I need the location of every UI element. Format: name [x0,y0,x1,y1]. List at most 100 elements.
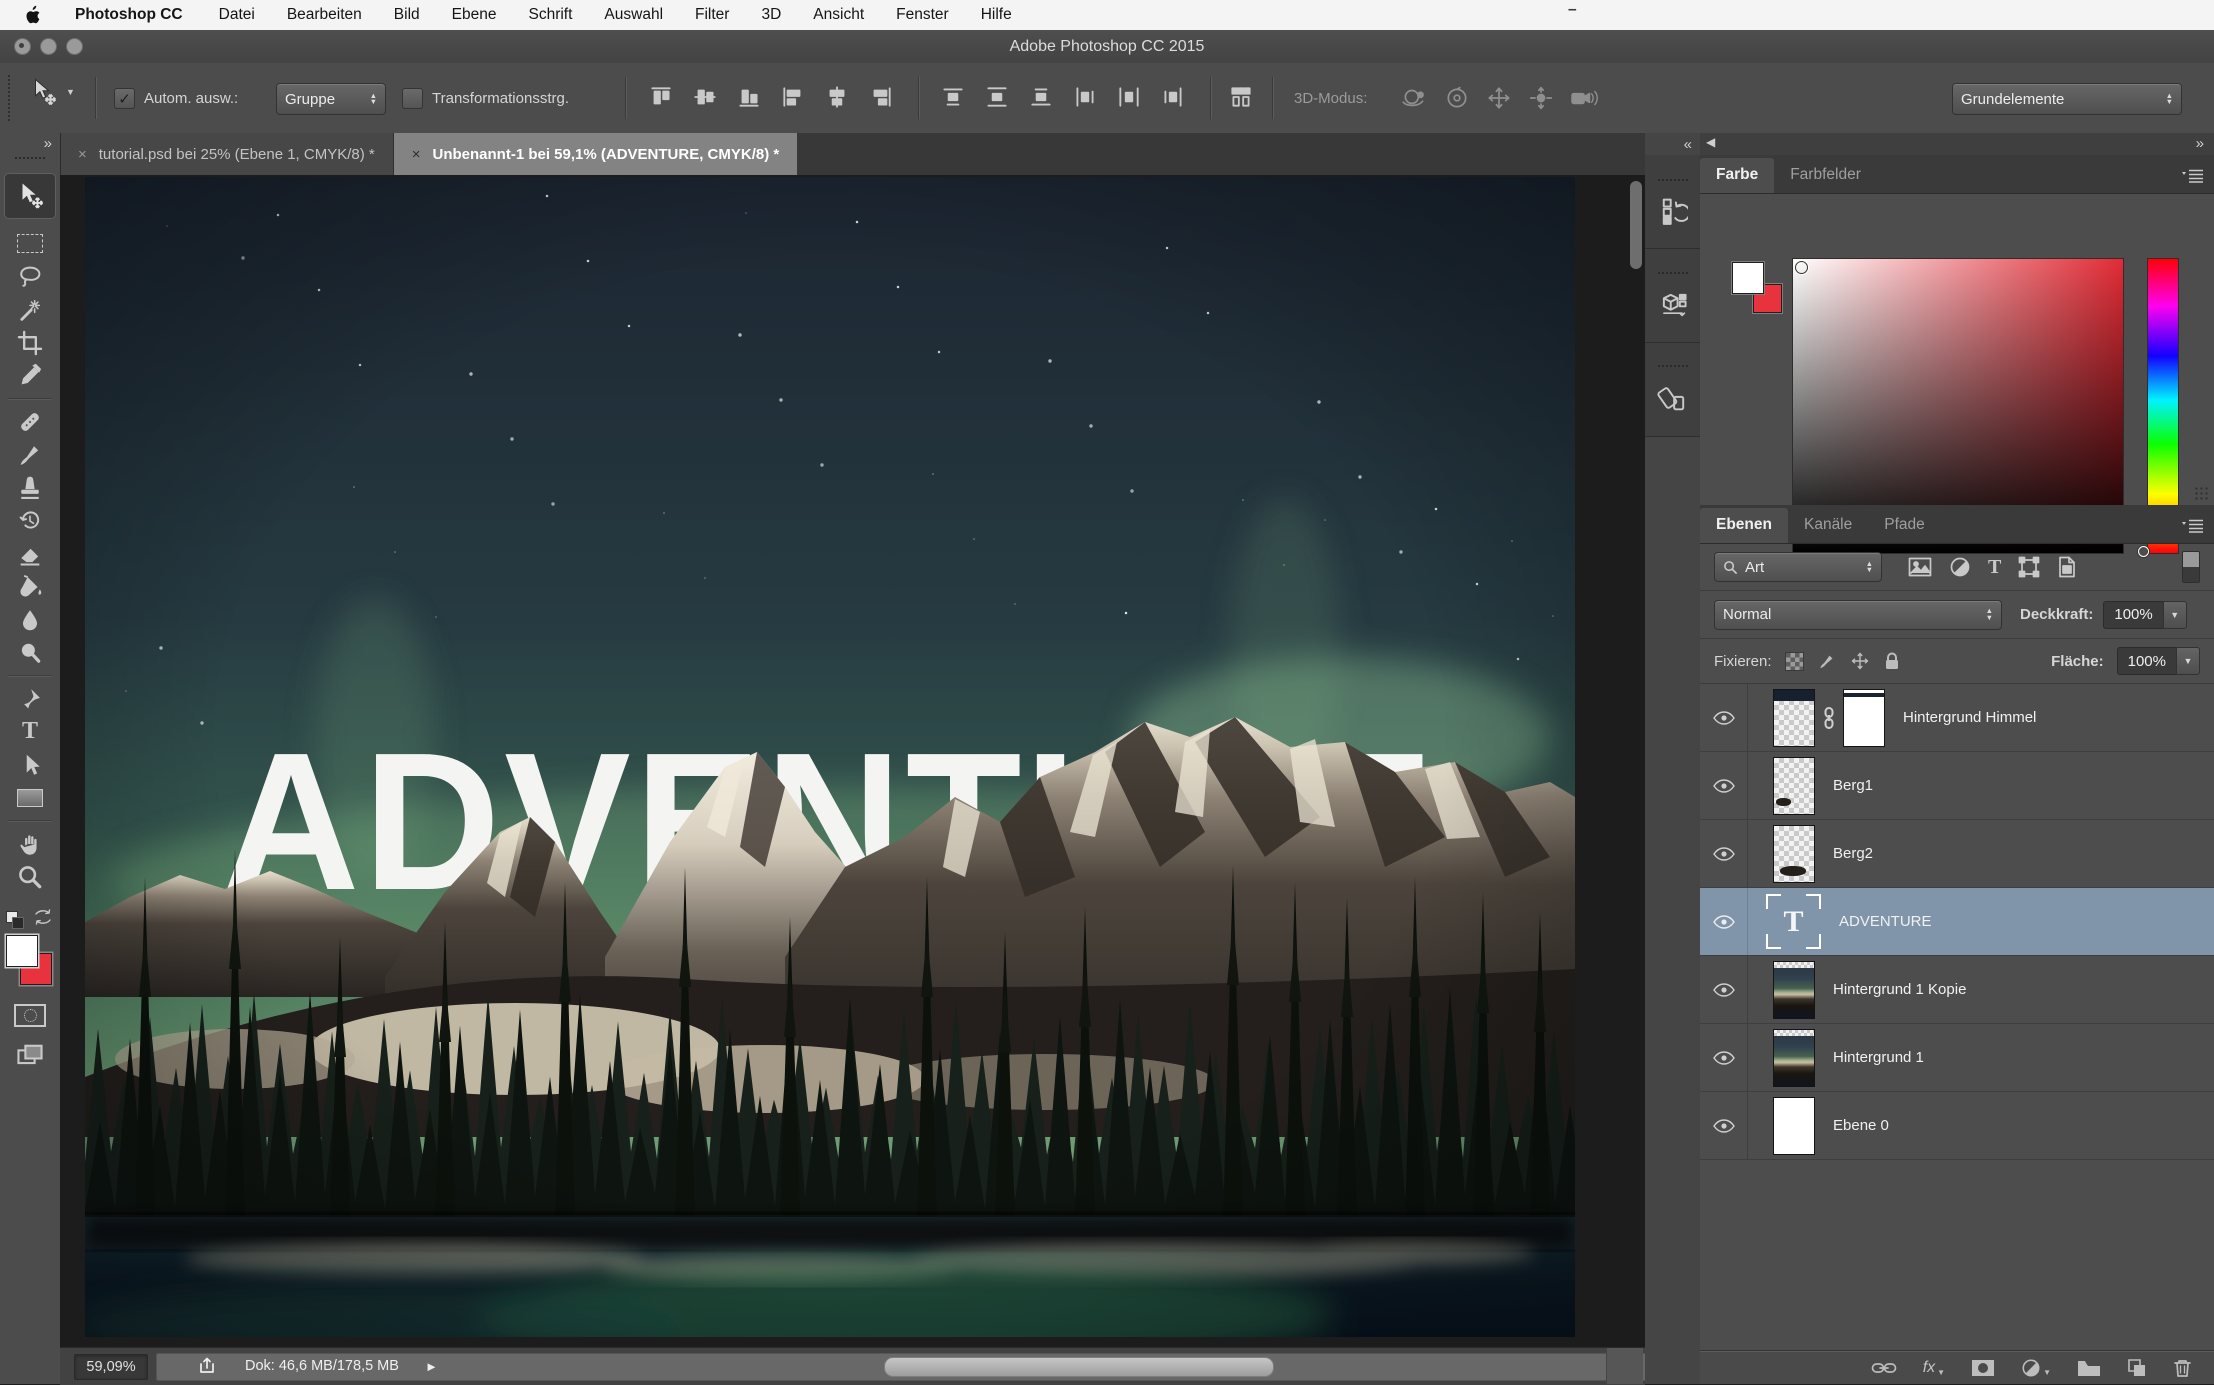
distribute-horizontal-centers-icon[interactable] [1116,84,1142,110]
layer-row-ebene-0[interactable]: Ebene 0 [1700,1092,2214,1160]
new-group-icon[interactable] [2077,1359,2101,1377]
shapes-panel-button[interactable] [1645,343,1700,437]
distribute-right-edges-icon[interactable] [1160,84,1186,110]
window-zoom-button[interactable] [66,38,83,55]
layer-thumbnail[interactable] [1773,961,1815,1019]
panel-menu-icon[interactable] [2182,519,2204,533]
opacity-dropdown[interactable]: 100% ▼ [2103,601,2186,629]
window-close-button[interactable] [14,38,31,55]
layer-filter-toggle[interactable] [2182,551,2200,583]
layer-row-hintergrund-himmel[interactable]: Hintergrund Himmel [1700,684,2214,752]
layer-visibility-toggle[interactable] [1700,684,1748,751]
screen-mode-button[interactable] [12,1038,48,1071]
auto-select-mode-dropdown[interactable]: Gruppe ▲▼ [276,83,386,115]
layer-visibility-toggle[interactable] [1700,956,1748,1023]
tool-blur[interactable] [12,603,48,636]
workspace-switcher-dropdown[interactable]: Grundelemente ▲▼ [1952,83,2182,115]
panel-foreground-swatch[interactable] [1732,262,1764,294]
filter-smart-objects-icon[interactable] [2057,556,2077,578]
align-horizontal-centers-icon[interactable] [824,84,850,110]
canvas-area[interactable]: ADVENTURE [60,175,1645,1347]
lock-all-icon[interactable] [1883,651,1901,671]
fill-dropdown[interactable]: 100% ▼ [2117,647,2200,675]
lock-pixels-brush-icon[interactable] [1817,651,1837,671]
filter-shape-layers-icon[interactable] [2018,556,2040,578]
layer-visibility-toggle[interactable] [1700,1092,1748,1159]
canvas-horizontal-scrollbar[interactable]: Dok: 46,6 MB/178,5 MB ► [156,1353,1660,1381]
close-tab-icon[interactable]: × [412,146,421,163]
tool-path-selection[interactable] [12,748,48,781]
tool-zoom[interactable] [12,860,48,893]
panel-collapse-chevron-icon[interactable]: » [2196,135,2204,152]
distribute-top-edges-icon[interactable] [940,84,966,110]
distribute-spacing-icon[interactable] [1228,84,1254,110]
layer-thumbnail[interactable] [1773,1029,1815,1087]
vertical-scrollbar-thumb[interactable] [1630,181,1642,269]
tool-magic-wand[interactable] [12,293,48,326]
tool-crop[interactable] [12,326,48,359]
panel-resize-gripper[interactable] [2194,486,2210,502]
blend-mode-dropdown[interactable]: Normal ▲▼ [1714,600,2002,630]
menu-ebene[interactable]: Ebene [436,6,513,24]
distribute-vertical-centers-icon[interactable] [984,84,1010,110]
new-layer-icon[interactable] [2127,1358,2147,1378]
layer-thumbnail[interactable] [1773,689,1815,747]
align-right-edges-icon[interactable] [868,84,894,110]
menu-schrift[interactable]: Schrift [512,6,588,24]
tool-eraser[interactable] [12,537,48,570]
dock-expand-chevron-icon[interactable]: « [1684,136,1692,153]
horizontal-scrollbar-thumb[interactable] [884,1357,1274,1377]
tool-dodge[interactable] [12,636,48,669]
menu-fenster[interactable]: Fenster [880,6,965,24]
menu-datei[interactable]: Datei [203,6,271,24]
tool-shape-rectangle[interactable] [12,781,48,814]
3d-orbit-icon[interactable] [1400,85,1428,111]
distribute-left-edges-icon[interactable] [1072,84,1098,110]
menu-bild[interactable]: Bild [378,6,436,24]
menu-3d[interactable]: 3D [745,6,797,24]
layer-name[interactable]: Ebene 0 [1833,1117,1889,1134]
add-layer-mask-icon[interactable] [1971,1359,1995,1377]
color-field-selector[interactable] [1795,261,1808,274]
toolbar-gripper[interactable] [15,157,45,161]
menu-auswahl[interactable]: Auswahl [588,6,679,24]
options-bar-gripper[interactable] [8,75,10,121]
menu-filter[interactable]: Filter [679,6,745,24]
align-vertical-centers-icon[interactable] [692,84,718,110]
3d-slide-icon[interactable] [1528,85,1554,111]
tab-kanaele[interactable]: Kanäle [1788,508,1868,543]
layer-row-hintergrund-1-kopie[interactable]: Hintergrund 1 Kopie [1700,956,2214,1024]
tab-farbe[interactable]: Farbe [1700,158,1774,193]
layer-mask-link-icon[interactable] [1821,707,1837,729]
text-layer-thumbnail[interactable]: T [1766,894,1821,949]
tool-lasso[interactable] [12,260,48,293]
tool-hand[interactable] [12,827,48,860]
tool-paint-bucket[interactable] [12,570,48,603]
layer-name[interactable]: ADVENTURE [1839,913,1932,930]
lock-position-icon[interactable] [1850,651,1870,671]
swap-colors-icon[interactable] [32,907,54,927]
tab-pfade[interactable]: Pfade [1868,508,1941,543]
tool-rectangular-marquee[interactable] [12,227,48,260]
history-panel-button[interactable] [1645,155,1700,249]
layer-row-berg1[interactable]: Berg1 [1700,752,2214,820]
align-bottom-edges-icon[interactable] [736,84,762,110]
tab-farbfelder[interactable]: Farbfelder [1774,158,1877,193]
add-adjustment-layer-button[interactable]: ▼ [2021,1358,2051,1378]
layer-thumbnail[interactable] [1773,825,1815,883]
toolbar-collapse-chevron-icon[interactable]: » [44,135,52,152]
tool-history-brush[interactable] [12,504,48,537]
share-export-icon[interactable] [197,1356,219,1376]
3d-pan-icon[interactable] [1486,85,1512,111]
layer-row-berg2[interactable]: Berg2 [1700,820,2214,888]
tool-eyedropper[interactable] [12,359,48,392]
layer-visibility-toggle[interactable] [1700,820,1748,887]
layer-visibility-toggle[interactable] [1700,1024,1748,1091]
canvas-vertical-scrollbar[interactable] [1630,179,1642,1339]
layer-row-adventure-selected[interactable]: T ADVENTURE [1700,888,2214,956]
layer-name[interactable]: Hintergrund 1 Kopie [1833,981,1966,998]
menu-app-name[interactable]: Photoshop CC [55,6,203,24]
window-minimize-button[interactable] [40,38,57,55]
tool-clone-stamp[interactable] [12,471,48,504]
status-expand-arrow-icon[interactable]: ► [425,1359,438,1374]
